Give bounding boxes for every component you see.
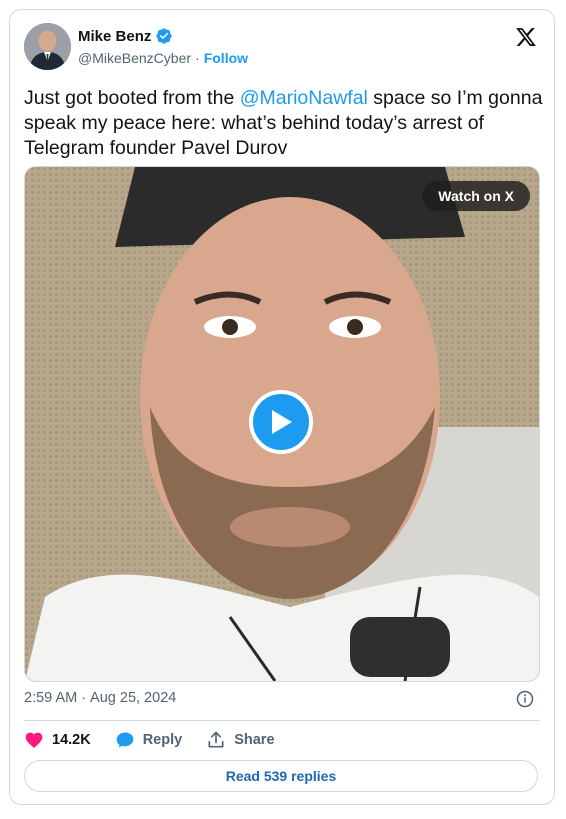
follow-button[interactable]: Follow [204, 50, 248, 66]
video-player[interactable]: Watch on X [24, 166, 540, 682]
watch-on-x-button[interactable]: Watch on X [422, 181, 530, 211]
play-button[interactable] [249, 390, 313, 454]
handle-separator: · [195, 50, 200, 66]
share-button[interactable]: Share [206, 730, 275, 750]
author-name[interactable]: Mike Benz [78, 28, 151, 45]
reply-label: Reply [142, 732, 183, 748]
tweet-time: 2:59 AM [24, 690, 78, 706]
author-name-row: Mike Benz [78, 27, 173, 45]
timestamp-separator: · [81, 690, 87, 706]
info-icon[interactable] [516, 690, 534, 708]
reply-button[interactable]: Reply [115, 730, 183, 750]
read-replies-button[interactable]: Read 539 replies [24, 760, 538, 792]
tweet-text: Just got booted from the @MarioNawfal sp… [24, 86, 544, 161]
heart-icon [25, 732, 43, 748]
share-label: Share [234, 732, 275, 748]
share-icon [208, 731, 224, 748]
like-count: 14.2K [52, 732, 91, 748]
avatar-image [24, 23, 71, 70]
tweet-timestamp[interactable]: 2:59 AM · Aug 25, 2024 [24, 690, 176, 706]
tweet-text-part-1: Just got booted from the [24, 87, 240, 109]
mention-link[interactable]: @MarioNawfal [240, 87, 368, 109]
verified-badge-icon [156, 28, 173, 44]
divider [24, 720, 540, 721]
like-button[interactable]: 14.2K [24, 730, 91, 750]
avatar[interactable] [24, 23, 71, 70]
reply-icon [116, 732, 134, 748]
author-handle[interactable]: @MikeBenzCyber [78, 50, 191, 66]
tweet-date: Aug 25, 2024 [90, 690, 177, 706]
action-bar: 14.2K Reply Share [24, 730, 275, 750]
tweet-card: Mike Benz @MikeBenzCyber · Follow Just g… [9, 9, 555, 805]
x-logo-icon[interactable] [515, 26, 537, 48]
handle-row: @MikeBenzCyber · Follow [78, 50, 248, 66]
play-icon [272, 410, 292, 434]
